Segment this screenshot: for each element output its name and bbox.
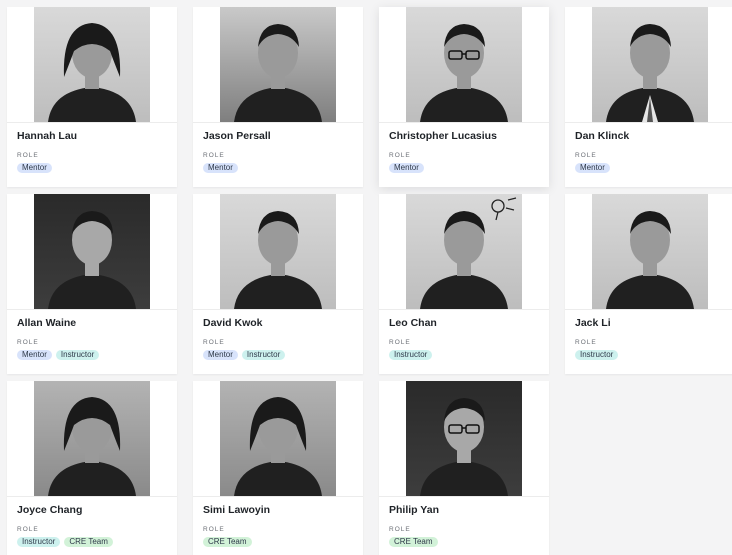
photo-frame [193, 7, 363, 123]
person-name: Leo Chan [389, 317, 437, 329]
role-badges: Instructor [575, 350, 619, 360]
photo-frame [565, 7, 732, 123]
person-name: Philip Yan [389, 504, 439, 516]
role-badges: Mentor [17, 163, 52, 173]
person-card[interactable]: Christopher Lucasius ROLE Mentor [379, 7, 549, 187]
photo-frame [7, 381, 177, 497]
role-badge: Instructor [55, 350, 100, 360]
role-label: ROLE [203, 152, 225, 159]
role-badges: Mentor Instructor [17, 350, 100, 360]
role-label: ROLE [17, 152, 39, 159]
man-lightbulb-portrait-icon [406, 194, 522, 309]
photo-frame [7, 194, 177, 310]
role-badge: CRE Team [203, 537, 252, 547]
role-label: ROLE [203, 339, 225, 346]
role-badge: Instructor [575, 350, 619, 360]
role-badge: Instructor [241, 350, 286, 360]
photo-frame [193, 381, 363, 497]
person-name: Allan Waine [17, 317, 77, 329]
person-card[interactable]: Dan Klinck ROLE Mentor [565, 7, 732, 187]
man-glasses-portrait-icon [406, 381, 522, 496]
role-badge: Instructor [17, 537, 61, 547]
role-badges: CRE Team [203, 537, 252, 547]
person-name: Hannah Lau [17, 130, 78, 142]
photo-frame [379, 381, 549, 497]
person-name: Dan Klinck [575, 130, 630, 142]
role-badges: Instructor [389, 350, 433, 360]
person-card[interactable]: Hannah Lau ROLE Mentor [7, 7, 177, 187]
role-label: ROLE [17, 526, 39, 533]
role-badge: Mentor [575, 163, 610, 173]
person-card[interactable]: Jack Li ROLE Instructor [565, 194, 732, 374]
person-name: Jack Li [575, 317, 611, 329]
role-badge: CRE Team [64, 537, 113, 547]
person-card[interactable]: David Kwok ROLE Mentor Instructor [193, 194, 363, 374]
role-label: ROLE [203, 526, 225, 533]
person-card[interactable]: Allan Waine ROLE Mentor Instructor [7, 194, 177, 374]
role-badges: Mentor Instructor [203, 350, 286, 360]
man-portrait-icon [592, 194, 708, 309]
role-badge: Mentor [203, 163, 238, 173]
role-badge: Instructor [389, 350, 433, 360]
woman-portrait-icon [34, 381, 150, 496]
role-label: ROLE [389, 339, 411, 346]
person-card[interactable]: Philip Yan ROLE CRE Team [379, 381, 549, 555]
photo-frame [193, 194, 363, 310]
man-portrait-icon [34, 194, 150, 309]
photo-frame [379, 194, 549, 310]
person-name: Christopher Lucasius [389, 130, 497, 142]
role-badges: Mentor [389, 163, 424, 173]
role-badge: CRE Team [389, 537, 438, 547]
photo-frame [379, 7, 549, 123]
woman-portrait-icon [220, 381, 336, 496]
role-badge: Mentor [17, 163, 52, 173]
role-badges: Mentor [203, 163, 238, 173]
man-portrait-icon [220, 7, 336, 122]
woman-portrait-icon [34, 7, 150, 122]
person-name: David Kwok [203, 317, 263, 329]
photo-frame [565, 194, 732, 310]
role-badge: Mentor [203, 350, 238, 360]
man-portrait-icon [220, 194, 336, 309]
person-card[interactable]: Simi Lawoyin ROLE CRE Team [193, 381, 363, 555]
role-badges: CRE Team [389, 537, 438, 547]
photo-frame [7, 7, 177, 123]
role-badge: Mentor [389, 163, 424, 173]
role-label: ROLE [575, 152, 597, 159]
person-card[interactable]: Joyce Chang ROLE Instructor CRE Team [7, 381, 177, 555]
role-badge: Mentor [17, 350, 52, 360]
role-label: ROLE [389, 526, 411, 533]
man-glasses-portrait-icon [406, 7, 522, 122]
role-badges: Mentor [575, 163, 610, 173]
role-label: ROLE [389, 152, 411, 159]
man-suit-portrait-icon [592, 7, 708, 122]
person-card[interactable]: Leo Chan ROLE Instructor [379, 194, 549, 374]
role-label: ROLE [575, 339, 597, 346]
person-name: Jason Persall [203, 130, 271, 142]
person-name: Joyce Chang [17, 504, 83, 516]
person-card[interactable]: Jason Persall ROLE Mentor [193, 7, 363, 187]
person-name: Simi Lawoyin [203, 504, 271, 516]
role-badges: Instructor CRE Team [17, 537, 113, 547]
team-grid: Hannah Lau ROLE Mentor Jason Persall ROLE Men… [0, 0, 732, 555]
role-label: ROLE [17, 339, 39, 346]
